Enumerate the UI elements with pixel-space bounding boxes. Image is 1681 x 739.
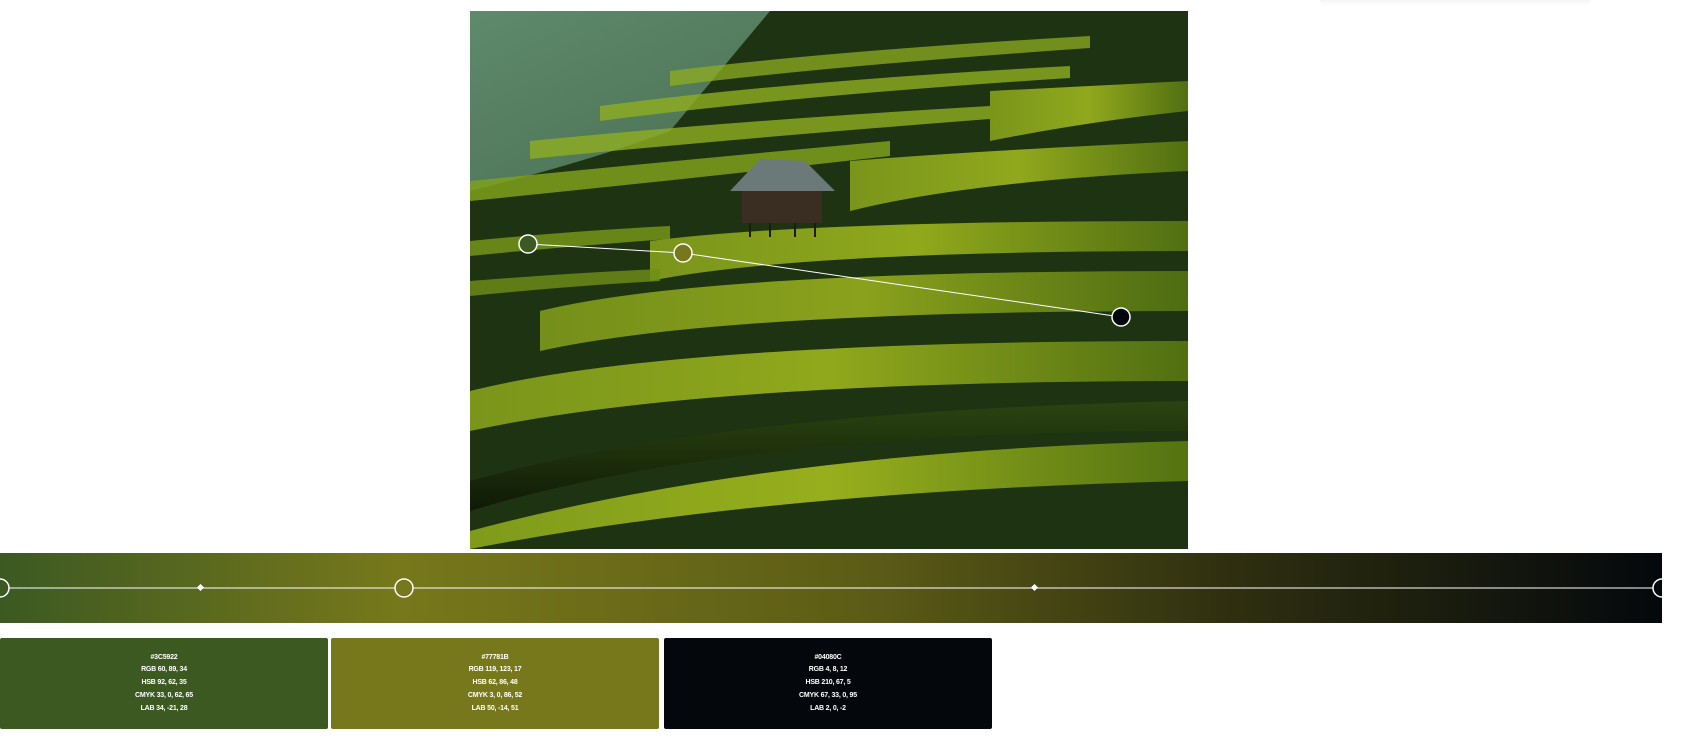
sample-point-1[interactable]: [518, 234, 538, 254]
swatch-lab: LAB 50, -14, 51: [471, 704, 519, 712]
gradient-midpoint-2-handle[interactable]: [1030, 583, 1039, 592]
swatch-cmyk: CMYK 67, 33, 0, 95: [799, 691, 857, 699]
palette-generator: #3C5922 RGB 60, 89, 34 HSB 92, 62, 35 CM…: [0, 0, 1681, 739]
swatch-rgb: RGB 4, 8, 12: [808, 666, 848, 674]
gradient-stop-3-handle[interactable]: [1652, 578, 1662, 598]
swatch-cmyk: CMYK 3, 0, 86, 52: [467, 691, 523, 699]
swatch-hsb: HSB 210, 67, 5: [805, 679, 851, 687]
swatch-hsb: HSB 62, 86, 48: [472, 679, 518, 687]
rice-terrace-image: [470, 11, 1188, 549]
top-panel-shadow: [1320, 0, 1590, 6]
swatch-hsb: HSB 92, 62, 35: [141, 679, 187, 687]
swatch-rgb: RGB 60, 89, 34: [141, 666, 187, 674]
swatch-hex: #77781B: [481, 653, 509, 661]
swatch-1[interactable]: #3C5922 RGB 60, 89, 34 HSB 92, 62, 35 CM…: [0, 638, 328, 729]
source-photo: [470, 11, 1188, 549]
swatch-hex: #3C5922: [150, 653, 178, 661]
swatch-hex: #04080C: [814, 653, 842, 661]
swatch-2[interactable]: #77781B RGB 119, 123, 17 HSB 62, 86, 48 …: [331, 638, 659, 729]
sample-point-2[interactable]: [673, 243, 693, 263]
gradient-stop-1-handle[interactable]: [0, 578, 10, 598]
gradient-midpoint-1-handle[interactable]: [196, 583, 205, 592]
sample-point-3[interactable]: [1111, 307, 1131, 327]
swatch-rgb: RGB 119, 123, 17: [468, 666, 522, 674]
swatch-lab: LAB 2, 0, -2: [810, 704, 846, 712]
swatch-cmyk: CMYK 33, 0, 62, 65: [135, 691, 193, 699]
gradient-stop-2-handle[interactable]: [394, 578, 414, 598]
gradient-bar: [0, 553, 1662, 623]
swatch-3[interactable]: #04080C RGB 4, 8, 12 HSB 210, 67, 5 CMYK…: [664, 638, 992, 729]
swatch-lab: LAB 34, -21, 28: [140, 704, 188, 712]
